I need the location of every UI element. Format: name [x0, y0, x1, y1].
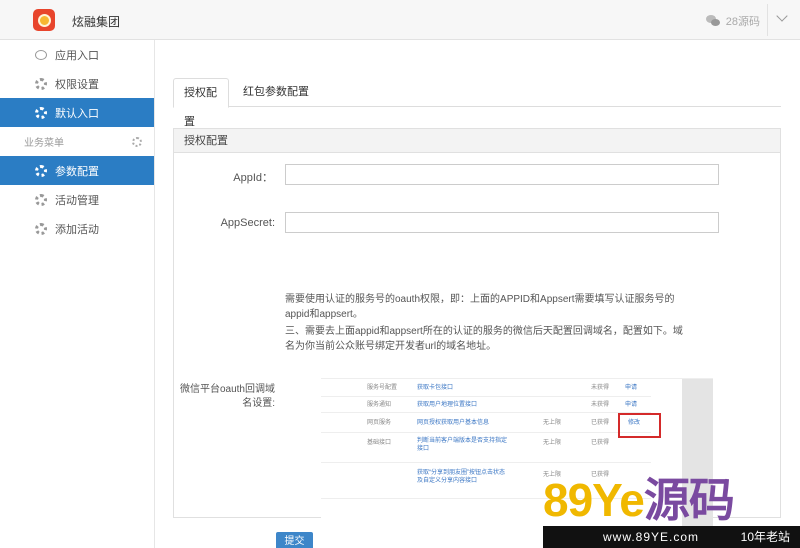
top-bar: 炫融集团 28源码	[0, 0, 800, 40]
appid-label: AppId：	[233, 172, 273, 184]
sidebar-item-param-config[interactable]: 参数配置	[0, 156, 154, 185]
gear-icon	[35, 222, 47, 235]
appsecret-input[interactable]	[285, 212, 719, 233]
shot-cell: 服务号配置	[367, 385, 398, 391]
wechat-icon	[705, 15, 720, 27]
table-row: 基础接口 判断当前客户端版本是否支持指定接口 无上限 已获得	[321, 433, 651, 463]
shot-cell: 基础接口	[367, 440, 392, 446]
sidebar-item-label: 应用入口	[55, 49, 99, 62]
auth-config-panel: 授权配置 AppId： AppSecret: 需要使用认证的服务号的oauth权…	[173, 128, 781, 526]
shot-cell: 获取“分享到朋友圈”按钮点击状态及自定义分享内容接口	[417, 470, 505, 484]
watermark-tagline: 10年老站	[740, 530, 790, 544]
chat-bubble-icon	[35, 49, 47, 60]
table-row: 服务号配置 获取卡包接口 未获得 申请	[321, 379, 651, 397]
shot-cell: 获取卡包接口	[417, 385, 454, 391]
shot-cell: 判断当前客户端版本是否支持指定接口	[417, 438, 508, 452]
chevron-down-icon[interactable]	[776, 10, 788, 22]
help-text-2: 三、需要去上面appid和appsert所在的认证的服务的微信后天配置回调域名，…	[285, 326, 683, 352]
user-menu[interactable]: 28源码	[705, 13, 760, 29]
gear-icon	[35, 77, 47, 90]
sidebar-item-label: 默认入口	[55, 107, 99, 120]
panel-title: 授权配置	[174, 129, 780, 153]
shot-cell: 未获得	[591, 385, 610, 391]
sidebar-item-activity-manage[interactable]: 活动管理	[0, 185, 154, 214]
sidebar-item-label: 添加活动	[55, 223, 99, 236]
gear-icon	[35, 193, 47, 206]
shot-cell: 无上限	[543, 420, 562, 426]
watermark-url: www.89YE.com	[603, 530, 700, 544]
watermark-logo: 89Ye源码	[543, 474, 800, 526]
watermark: 89Ye源码 www.89YE.com 10年老站	[543, 474, 800, 548]
table-row: 服务通知 获取用户地理位置接口 未获得 申请	[321, 397, 651, 413]
sidebar-item-add-activity[interactable]: 添加活动	[0, 214, 154, 243]
top-divider	[767, 4, 768, 36]
shot-cell: 申请	[625, 385, 638, 391]
highlight-box	[618, 413, 661, 438]
table-row: 网页服务 网页授权获取用户基本信息 无上限 已获得 修改	[321, 413, 651, 433]
shot-cell: 网页授权获取用户基本信息	[417, 420, 490, 426]
shot-cell: 服务通知	[367, 402, 392, 408]
sidebar-section-label: 业务菜单	[24, 138, 64, 149]
watermark-brand-cn: 源码	[643, 474, 735, 526]
sidebar-item-label: 权限设置	[55, 78, 99, 91]
shot-cell: 网页服务	[367, 420, 392, 426]
sidebar-item-app-entry[interactable]: 应用入口	[0, 40, 154, 69]
sidebar: 应用入口 权限设置 默认入口 业务菜单 参数配置 活动管理 添加活动	[0, 40, 155, 548]
section-gear-icon[interactable]	[132, 136, 142, 147]
sidebar-item-label: 活动管理	[55, 194, 99, 207]
appsecret-label: AppSecret:	[220, 217, 275, 229]
tab-bar: 授权配置 红包参数配置	[173, 78, 781, 128]
sidebar-section-header: 业务菜单	[0, 127, 154, 156]
tab-auth-config[interactable]: 授权配置	[173, 78, 229, 128]
main-content: 授权配置 红包参数配置 授权配置 AppId： AppSecret: 需要使用认…	[173, 78, 781, 526]
shot-cell: 已获得	[591, 420, 610, 426]
user-label: 28源码	[725, 16, 760, 28]
tab-redpacket-config[interactable]: 红包参数配置	[233, 78, 319, 107]
callback-domain-label: 微信平台oauth回调域名设置:	[179, 384, 275, 409]
watermark-brand: 89Ye	[543, 474, 645, 526]
sidebar-item-default-entry[interactable]: 默认入口	[0, 98, 154, 127]
shot-cell: 申请	[625, 402, 638, 408]
shot-cell: 获取用户地理位置接口	[417, 402, 478, 408]
shot-cell: 未获得	[591, 402, 610, 408]
app-logo-icon[interactable]	[33, 9, 55, 31]
sidebar-item-permissions[interactable]: 权限设置	[0, 69, 154, 98]
app-title: 炫融集团	[72, 15, 121, 29]
submit-button[interactable]: 提交	[276, 532, 313, 548]
help-text-1: 需要使用认证的服务号的oauth权限，即：上面的APPID和Appsert需要填…	[285, 294, 675, 320]
appid-input[interactable]	[285, 164, 719, 185]
gear-icon	[35, 164, 47, 177]
gear-icon	[35, 106, 47, 119]
shot-cell: 已获得	[591, 440, 610, 446]
watermark-bar: www.89YE.com 10年老站	[543, 526, 800, 548]
shot-cell: 无上限	[543, 440, 562, 446]
sidebar-item-label: 参数配置	[55, 165, 99, 178]
